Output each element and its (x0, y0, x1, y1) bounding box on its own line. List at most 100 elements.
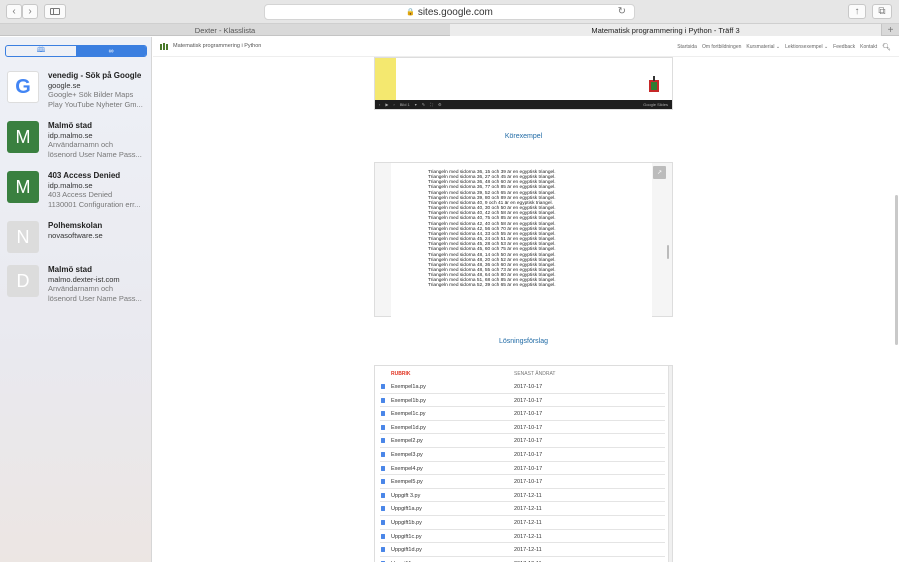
search-icon[interactable]: 🔍︎ (882, 43, 891, 51)
table-row[interactable]: Exempel1d.py 2017-10-17 (380, 421, 665, 435)
plus-icon: + (887, 24, 894, 36)
file-name-link[interactable]: Uppgift 3.py (391, 493, 420, 499)
file-name-link[interactable]: Exempel4.py (391, 466, 423, 472)
section-title-solutions: Lösningsförslag (498, 338, 549, 345)
share-button[interactable]: ↑ (848, 4, 866, 19)
reading-list-tab[interactable]: ∞ (76, 46, 146, 56)
tab-label: Matematisk programmering i Python - Träf… (591, 25, 740, 35)
address-text: sites.google.com (417, 6, 493, 18)
sidebar-segmented-control: 🕮 ∞ (5, 45, 147, 57)
column-header-title[interactable]: RUBRIK (391, 371, 410, 377)
table-row[interactable]: Exempel4.py 2017-10-17 (380, 462, 665, 476)
file-icon (381, 520, 385, 525)
file-name-link[interactable]: Exempel1d.py (391, 425, 426, 431)
file-icon (381, 547, 385, 553)
page-scrollbar[interactable] (895, 195, 898, 345)
slides-controls: ‹ ▶ › Bild 1 ▾ ✎ ⛶ ⚙ Google Slides (375, 100, 672, 109)
back-button[interactable]: ‹ (6, 4, 22, 19)
nav-om-fortbildningen[interactable]: Om fortbildningen (702, 44, 741, 50)
file-name-link[interactable]: Exempel1c.py (391, 411, 426, 417)
forward-button[interactable]: › (22, 4, 38, 19)
file-icon (381, 452, 385, 457)
chevron-down-icon[interactable]: ▾ (415, 102, 417, 107)
address-bar[interactable]: 🔒 sites.google.com ↻ (264, 4, 635, 20)
reading-list-item[interactable]: N Polhemskolan novasoftware.se (0, 221, 152, 271)
column-header-modified[interactable]: SENAST ÄNDRAT (514, 371, 556, 377)
slide-selector[interactable]: Bild 1 (400, 102, 410, 107)
tab-python[interactable]: Matematisk programmering i Python - Träf… (450, 24, 881, 36)
file-icon (381, 397, 385, 403)
file-name-link[interactable]: Exempel5.py (391, 479, 423, 485)
nav-kontakt[interactable]: Kontakt (860, 44, 877, 50)
file-name-link[interactable]: Exempel3.py (391, 452, 423, 458)
table-row[interactable]: Exempel3.py 2017-10-17 (380, 448, 665, 462)
file-date: 2017-10-17 (514, 411, 543, 418)
file-name-link[interactable]: Uppgift1a.py (391, 506, 422, 512)
lock-icon: 🔒 (406, 9, 415, 16)
output-line: Triangeln med sidorna 45, 60 och 75 är e… (428, 247, 556, 253)
file-cabinet-table: RUBRIK SENAST ÄNDRAT Exempel1a.py 2017-10… (374, 365, 673, 562)
tab-dexter[interactable]: Dexter - Klasslista (0, 24, 450, 36)
table-row[interactable]: Exempel5.py 2017-10-17 (380, 475, 665, 489)
prev-slide-icon[interactable]: ‹ (379, 102, 380, 107)
file-name-link[interactable]: Uppgift1d.py (391, 547, 422, 553)
file-icon (381, 438, 385, 444)
item-title: venedig - Sök på Google (48, 71, 142, 80)
gear-icon[interactable]: ⚙ (438, 102, 442, 107)
file-name-link[interactable]: Uppgift1c.py (391, 534, 422, 540)
nav-startsida[interactable]: Startsida (677, 44, 697, 50)
file-name-link[interactable]: Exempel1a.py (391, 384, 426, 390)
reading-list-item[interactable]: D Malmö stad malmo.dexter-ist.com Använd… (0, 265, 152, 315)
file-name-link[interactable]: Uppgift1b.py (391, 520, 422, 526)
item-desc: Google+ Sök Bilder Maps (48, 90, 134, 99)
nav-kursmaterial[interactable]: Kursmaterial ⌄ (746, 44, 780, 50)
reading-list-item[interactable]: M 403 Access Denied idp.malmo.se 403 Acc… (0, 171, 152, 221)
file-date: 2017-12-11 (514, 520, 542, 526)
table-row[interactable]: Exempel2.py 2017-10-17 (380, 434, 665, 448)
table-row[interactable]: Exempel1a.py 2017-10-17 (380, 380, 665, 394)
share-icon: ↑ (854, 6, 860, 17)
table-scrollbar[interactable] (668, 366, 672, 562)
table-row[interactable]: Uppgift1c.py 2017-12-11 (380, 530, 665, 544)
nav-feedback[interactable]: Feedback (833, 44, 855, 50)
sidebar-toggle-button[interactable] (44, 4, 66, 19)
table-row[interactable]: Exempel1b.py 2017-10-17 (380, 394, 665, 408)
reading-list-sidebar: 🕮 ∞ G venedig - Sök på Google google.se … (0, 37, 152, 562)
fullscreen-icon[interactable]: ⛶ (430, 102, 433, 107)
pencil-icon[interactable]: ✎ (422, 102, 425, 107)
slides-embed[interactable]: ‹ ▶ › Bild 1 ▾ ✎ ⛶ ⚙ Google Slides (374, 57, 673, 110)
output-line: Triangeln med sidorna 40, 75 och 85 är e… (428, 216, 556, 222)
sidebar-icon (50, 8, 60, 15)
table-row[interactable]: Uppgift1a.py 2017-12-11 (380, 502, 665, 516)
table-row[interactable]: Uppgift1b.py 2017-12-11 (380, 516, 665, 530)
reading-list-item[interactable]: M Malmö stad idp.malmo.se Användarnamn o… (0, 121, 152, 171)
output-document-embed[interactable]: Triangeln med sidorna 36, 15 och 39 är e… (374, 162, 673, 318)
item-desc: 1130001 Configuration err... (48, 199, 141, 209)
table-row[interactable]: Uppgift1e.py2017-12-11 (380, 557, 665, 562)
bookmarks-tab[interactable]: 🕮 (6, 46, 76, 56)
file-date: 2017-10-17 (514, 452, 543, 458)
letter-n-icon: N (7, 221, 39, 253)
embed-scrollbar[interactable] (667, 245, 669, 259)
table-row[interactable]: Uppgift1d.py 2017-12-11 (380, 543, 665, 557)
table-row[interactable]: Uppgift 3.py 2017-12-11 (380, 489, 665, 503)
file-name-link[interactable]: Exempel2.py (391, 438, 423, 444)
new-tab-button[interactable]: + (881, 24, 899, 36)
popout-icon[interactable]: ↗ (653, 166, 666, 179)
file-date: 2017-10-17 (514, 424, 543, 431)
file-icon (381, 492, 385, 498)
table-header: RUBRIK SENAST ÄNDRAT (375, 366, 672, 380)
reload-icon[interactable]: ↻ (618, 6, 626, 17)
file-name-link[interactable]: Exempel1b.py (391, 398, 426, 404)
item-host: malmo.dexter-ist.com (48, 275, 120, 284)
reading-list-item[interactable]: G venedig - Sök på Google google.se Goog… (0, 71, 152, 121)
next-slide-icon[interactable]: › (393, 102, 394, 107)
site-name[interactable]: Matematisk programmering i Python (173, 43, 261, 49)
output-line: Triangeln med sidorna 42, 40 och 58 är e… (428, 221, 556, 227)
tabs-overview-button[interactable]: ⧉ (872, 4, 892, 19)
google-slides-brand[interactable]: Google Slides (643, 102, 668, 107)
site-logo-icon[interactable] (160, 43, 168, 50)
nav-lektionsexempel[interactable]: Lektionsexempel ⌄ (785, 44, 828, 50)
play-icon[interactable]: ▶ (385, 102, 388, 107)
table-row[interactable]: Exempel1c.py 2017-10-17 (380, 407, 665, 421)
